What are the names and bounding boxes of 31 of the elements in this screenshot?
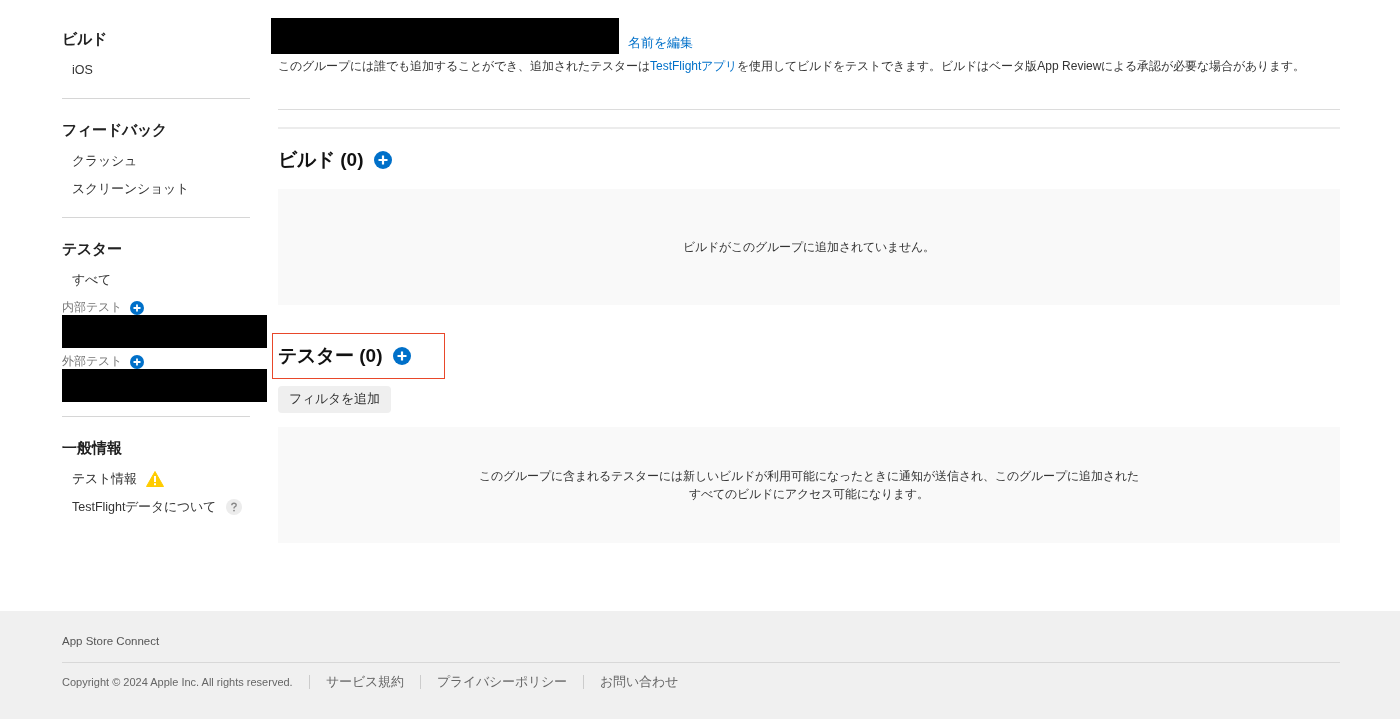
- sidebar-item[interactable]: クラッシュ: [72, 152, 137, 170]
- add-icon[interactable]: [392, 347, 411, 365]
- sidebar-heading: 一般情報: [62, 439, 123, 458]
- help-icon[interactable]: [225, 499, 242, 515]
- sidebar-item[interactable]: スクリーンショット: [72, 180, 189, 198]
- sidebar-heading: テスター: [62, 240, 123, 259]
- empty-message: ビルドがこのグループに追加されていません。: [683, 238, 935, 256]
- sidebar-item[interactable]: テスト情報: [72, 470, 137, 488]
- sidebar-item[interactable]: すべて: [72, 271, 111, 289]
- add-icon[interactable]: [130, 300, 144, 315]
- group-label: 外部テスト: [62, 354, 122, 369]
- sidebar-item[interactable]: TestFlightデータについて: [72, 498, 217, 516]
- copyright-text: Copyright © 2024 Apple Inc. All rights reserved.: [62, 675, 293, 690]
- sidebar-heading: ビルド: [62, 30, 108, 49]
- add-icon[interactable]: [373, 151, 392, 169]
- add-icon[interactable]: [130, 354, 144, 369]
- warning-icon: [146, 471, 164, 487]
- add-filter-button[interactable]: フィルタを追加: [278, 386, 391, 413]
- edit-name-link[interactable]: 名前を編集: [628, 35, 693, 52]
- testflight-app-link[interactable]: TestFlightアプリ: [650, 59, 738, 73]
- footer-link[interactable]: プライバシーポリシー: [436, 674, 567, 690]
- sidebar-heading: フィードバック: [62, 121, 168, 140]
- testers-heading: テスター (0): [278, 344, 383, 368]
- footer-link[interactable]: サービス規約: [325, 674, 404, 690]
- builds-heading: ビルド (0): [278, 148, 364, 172]
- footer-brand: App Store Connect: [62, 635, 161, 647]
- sidebar-item[interactable]: iOS: [72, 63, 93, 77]
- group-description: このグループには誰でも追加することができ、追加されたテスターはTestFlightアプリ を使用してビルドをテストできます。ビルドはベータ版App Reviewによる承認が必要な場合があります。: [278, 58, 1306, 75]
- group-label: 内部テスト: [62, 300, 122, 315]
- empty-message: このグループに含まれるテスターには新しいビルドが利用可能になったときに通知が送信され、このグループに追加されたすべてのビルドにアクセス可能になります。: [479, 468, 1139, 503]
- footer-link[interactable]: お問い合わせ: [599, 674, 678, 690]
